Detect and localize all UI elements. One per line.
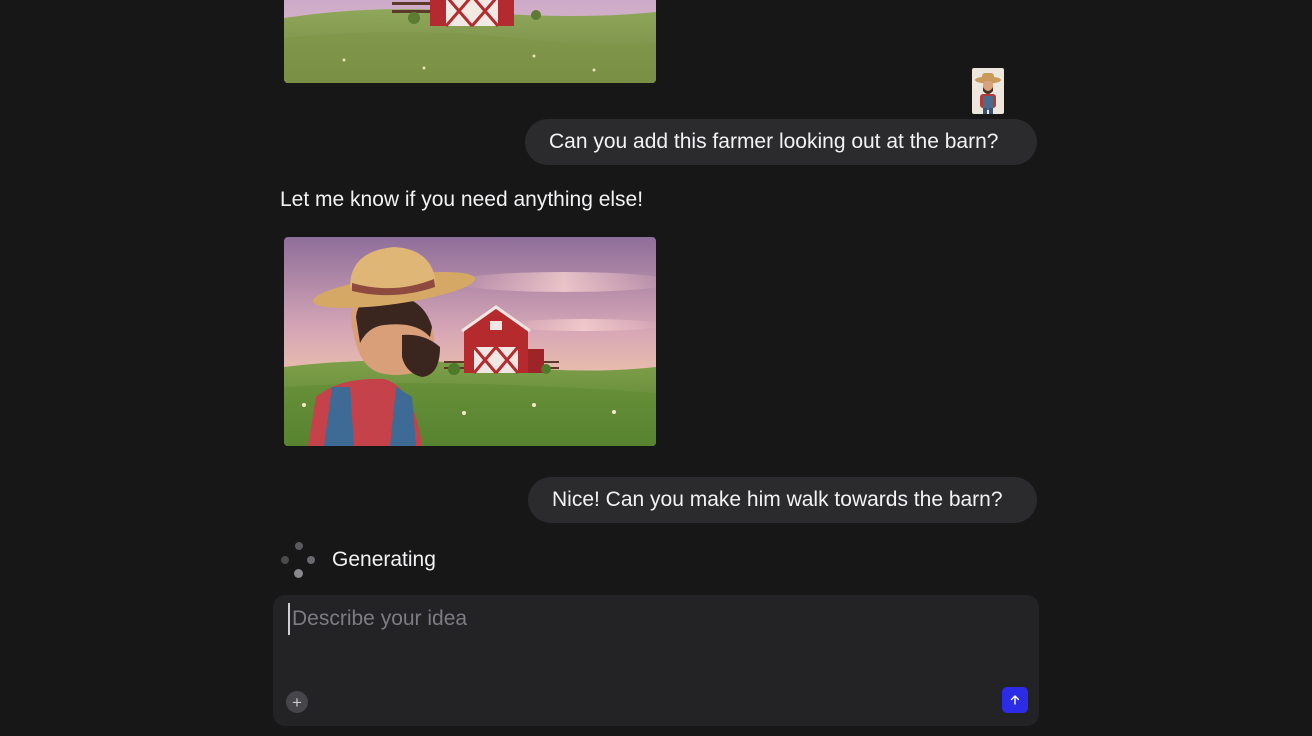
- arrow-up-icon: [1010, 695, 1020, 705]
- user-message-text: Can you add this farmer looking out at t…: [549, 130, 999, 153]
- status-label: Generating: [332, 548, 436, 571]
- prompt-input[interactable]: [288, 603, 1014, 635]
- user-message-text: Nice! Can you make him walk towards the …: [552, 488, 1003, 511]
- composer: +: [273, 595, 1039, 726]
- user-message: Can you add this farmer looking out at t…: [525, 119, 1037, 165]
- farmer-looking-at-barn-image[interactable]: [284, 237, 656, 446]
- loading-spinner-icon: [280, 540, 318, 580]
- assistant-message: Let me know if you need anything else!: [280, 188, 644, 211]
- barn-scene-image[interactable]: [284, 0, 656, 83]
- add-attachment-button[interactable]: +: [286, 691, 308, 713]
- farmer-reference-thumbnail[interactable]: [972, 68, 1004, 114]
- plus-icon: +: [292, 692, 302, 712]
- generation-status: Generating: [280, 540, 436, 580]
- send-button[interactable]: [1002, 687, 1028, 713]
- user-message: Nice! Can you make him walk towards the …: [528, 477, 1037, 523]
- chat-page: Can you add this farmer looking out at t…: [0, 0, 1312, 736]
